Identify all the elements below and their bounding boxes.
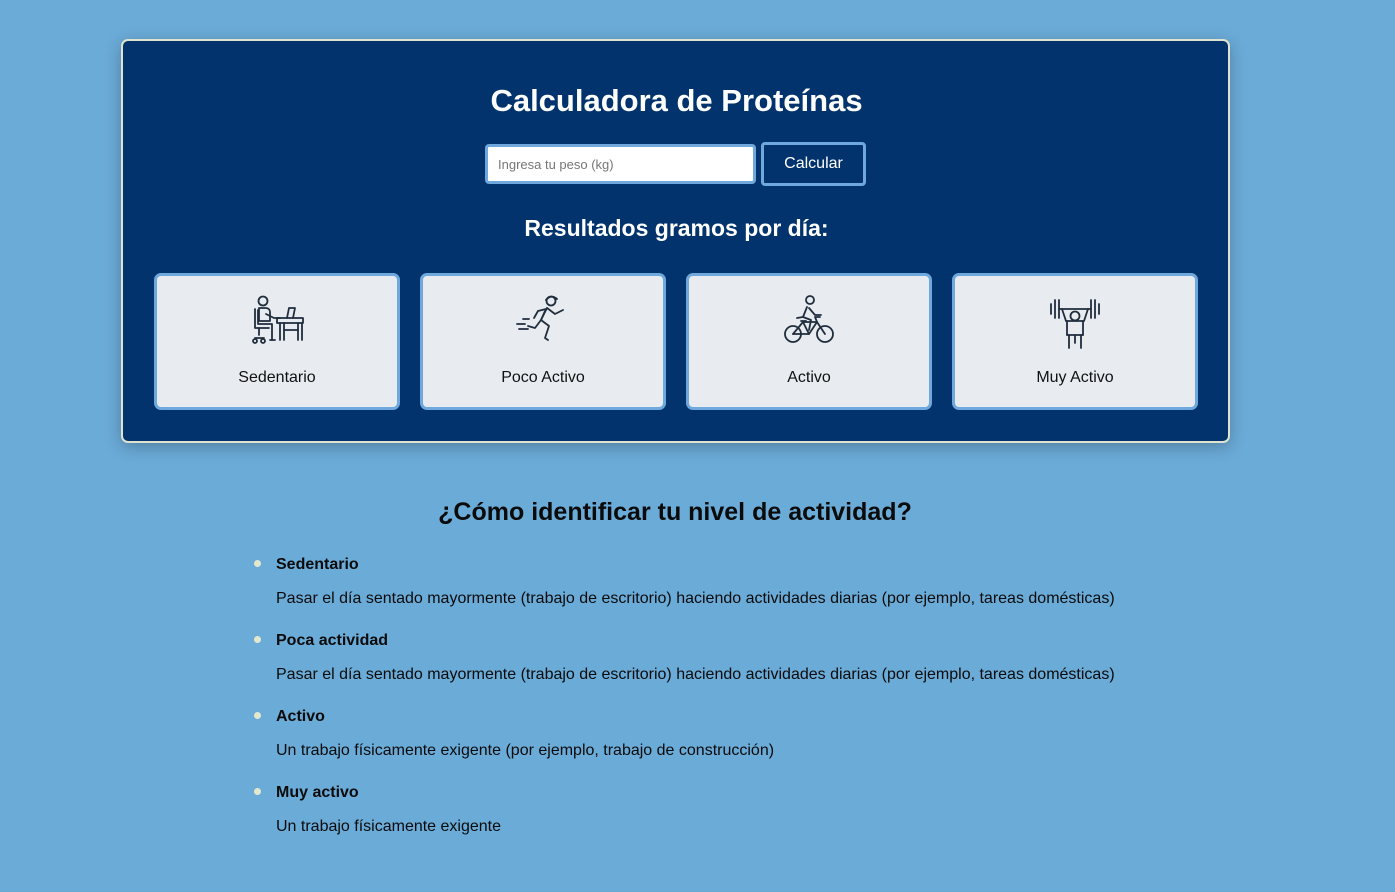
- running-person-icon: [515, 294, 571, 350]
- activity-card-label: Sedentario: [238, 369, 316, 386]
- activity-level-name: Sedentario: [276, 556, 359, 573]
- cyclist-icon: [781, 294, 837, 350]
- person-at-desk-icon: [249, 294, 305, 350]
- weight-input[interactable]: [485, 144, 756, 184]
- bullet-icon: [254, 712, 261, 719]
- bullet-icon: [254, 636, 261, 643]
- activity-card-label: Muy Activo: [1036, 369, 1114, 386]
- activity-card-label: Activo: [787, 369, 831, 386]
- activity-level-description: Un trabajo físicamente exigente (por eje…: [276, 742, 775, 759]
- activity-card-very-active[interactable]: Muy Activo: [952, 273, 1198, 410]
- results-title: Resultados gramos por día:: [524, 215, 829, 241]
- activity-card-lightly-active[interactable]: Poco Activo: [420, 273, 666, 410]
- activity-level-name: Poca actividad: [276, 632, 389, 649]
- bullet-icon: [254, 560, 261, 567]
- activity-info-title: ¿Cómo identificar tu nivel de actividad?: [438, 498, 912, 526]
- activity-level-description: Un trabajo físicamente exigente: [276, 818, 502, 835]
- activity-level-list: Sedentario Pasar el día sentado mayormen…: [254, 553, 1254, 857]
- activity-level-name: Muy activo: [276, 784, 359, 801]
- activity-card-sedentary[interactable]: Sedentario: [154, 273, 400, 410]
- activity-level-description: Pasar el día sentado mayormente (trabajo…: [276, 590, 1115, 607]
- activity-card-label: Poco Activo: [501, 369, 585, 386]
- activity-level-name: Activo: [276, 708, 325, 725]
- list-item: Activo Un trabajo físicamente exigente (…: [254, 705, 1254, 781]
- activity-level-description: Pasar el día sentado mayormente (trabajo…: [276, 666, 1115, 683]
- list-item: Sedentario Pasar el día sentado mayormen…: [254, 553, 1254, 629]
- page-title: Calculadora de Proteínas: [490, 83, 863, 118]
- bullet-icon: [254, 788, 261, 795]
- list-item: Muy activo Un trabajo físicamente exigen…: [254, 781, 1254, 857]
- calculate-button[interactable]: Calcular: [761, 142, 866, 186]
- calculator-panel: Calculadora de Proteínas Calcular Result…: [121, 39, 1230, 443]
- activity-card-active[interactable]: Activo: [686, 273, 932, 410]
- weightlifter-icon: [1047, 294, 1103, 350]
- list-item: Poca actividad Pasar el día sentado mayo…: [254, 629, 1254, 705]
- activity-cards: Sedentario Poco Activo Activo Muy Activo: [154, 273, 1198, 411]
